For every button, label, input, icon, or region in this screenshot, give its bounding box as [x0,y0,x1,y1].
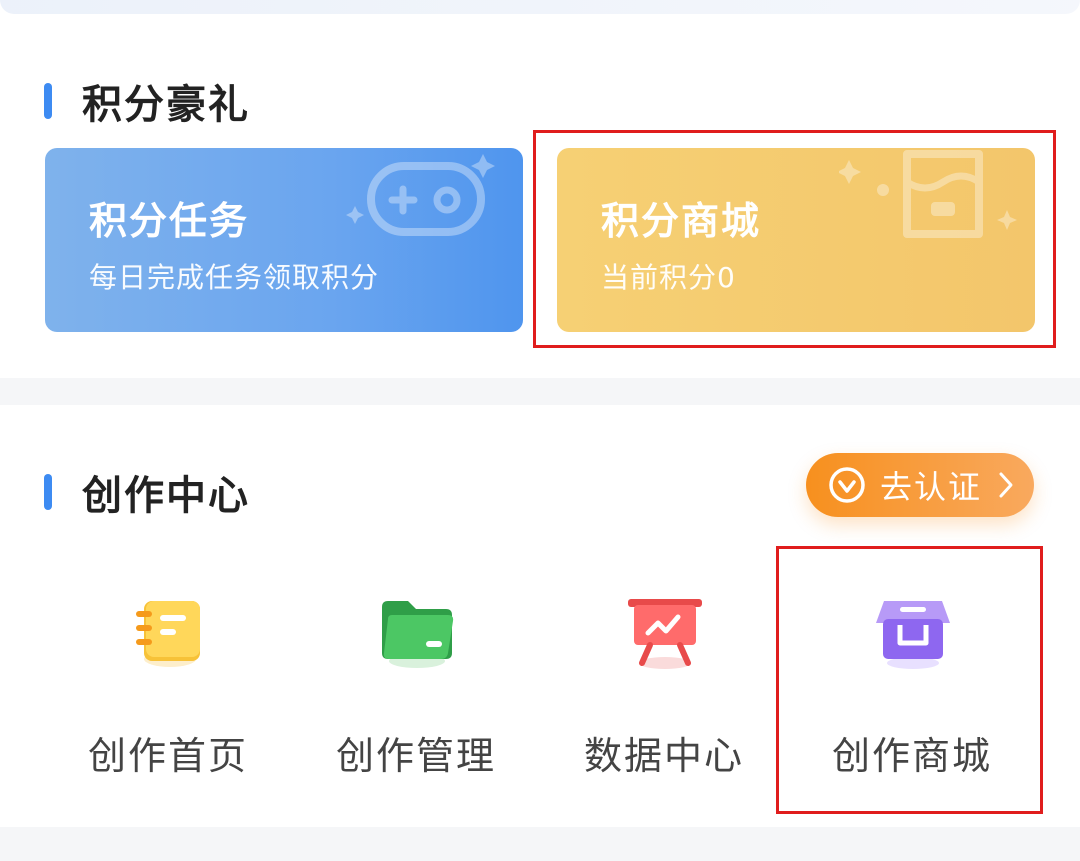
gamepad-icon [343,148,513,258]
grid-item-data-center[interactable]: 数据中心 [540,575,788,805]
chevron-right-icon [999,472,1013,498]
points-task-title: 积分任务 [89,199,250,243]
notebook-icon [136,601,200,667]
points-mall-card[interactable]: 积分商城 当前积分0 [557,148,1035,332]
grid-item-creation-home[interactable]: 创作首页 [44,575,292,805]
section-title-bar [44,474,52,510]
grid-item-label: 创作管理 [335,734,496,778]
verify-button[interactable]: 去认证 [806,453,1034,517]
folder-icon [382,601,454,668]
store-icon [876,601,950,669]
points-task-subtitle: 每日完成任务领取积分 [89,261,380,294]
creation-section-header: 创作中心 [44,463,250,521]
points-mall-subtitle: 当前积分0 [601,261,736,294]
points-section-title: 积分豪礼 [82,82,250,128]
creation-section: 创作中心 去认证 创作首页 创作管理 数据中心 创作商城 [0,405,1080,827]
presentation-chart-icon [628,599,702,669]
points-section-header: 积分豪礼 [44,72,250,130]
check-circle-icon [829,467,865,503]
grid-item-label: 创作商城 [831,734,992,778]
verify-button-label: 去认证 [880,468,983,506]
points-task-card[interactable]: 积分任务 每日完成任务领取积分 [45,148,523,332]
points-section: 积分豪礼 积分任务 每日完成任务领取积分 积分商城 当前积分0 [0,0,1080,378]
grid-item-label: 数据中心 [583,734,744,778]
creation-grid: 创作首页 创作管理 数据中心 创作商城 [0,575,1080,805]
section-title-bar [44,83,52,119]
grid-item-label: 创作首页 [87,734,248,778]
creation-section-title: 创作中心 [82,473,250,519]
shop-bag-icon [837,148,1029,258]
points-mall-title: 积分商城 [601,199,762,243]
grid-item-creation-store[interactable]: 创作商城 [788,575,1036,805]
grid-item-creation-management[interactable]: 创作管理 [292,575,540,805]
